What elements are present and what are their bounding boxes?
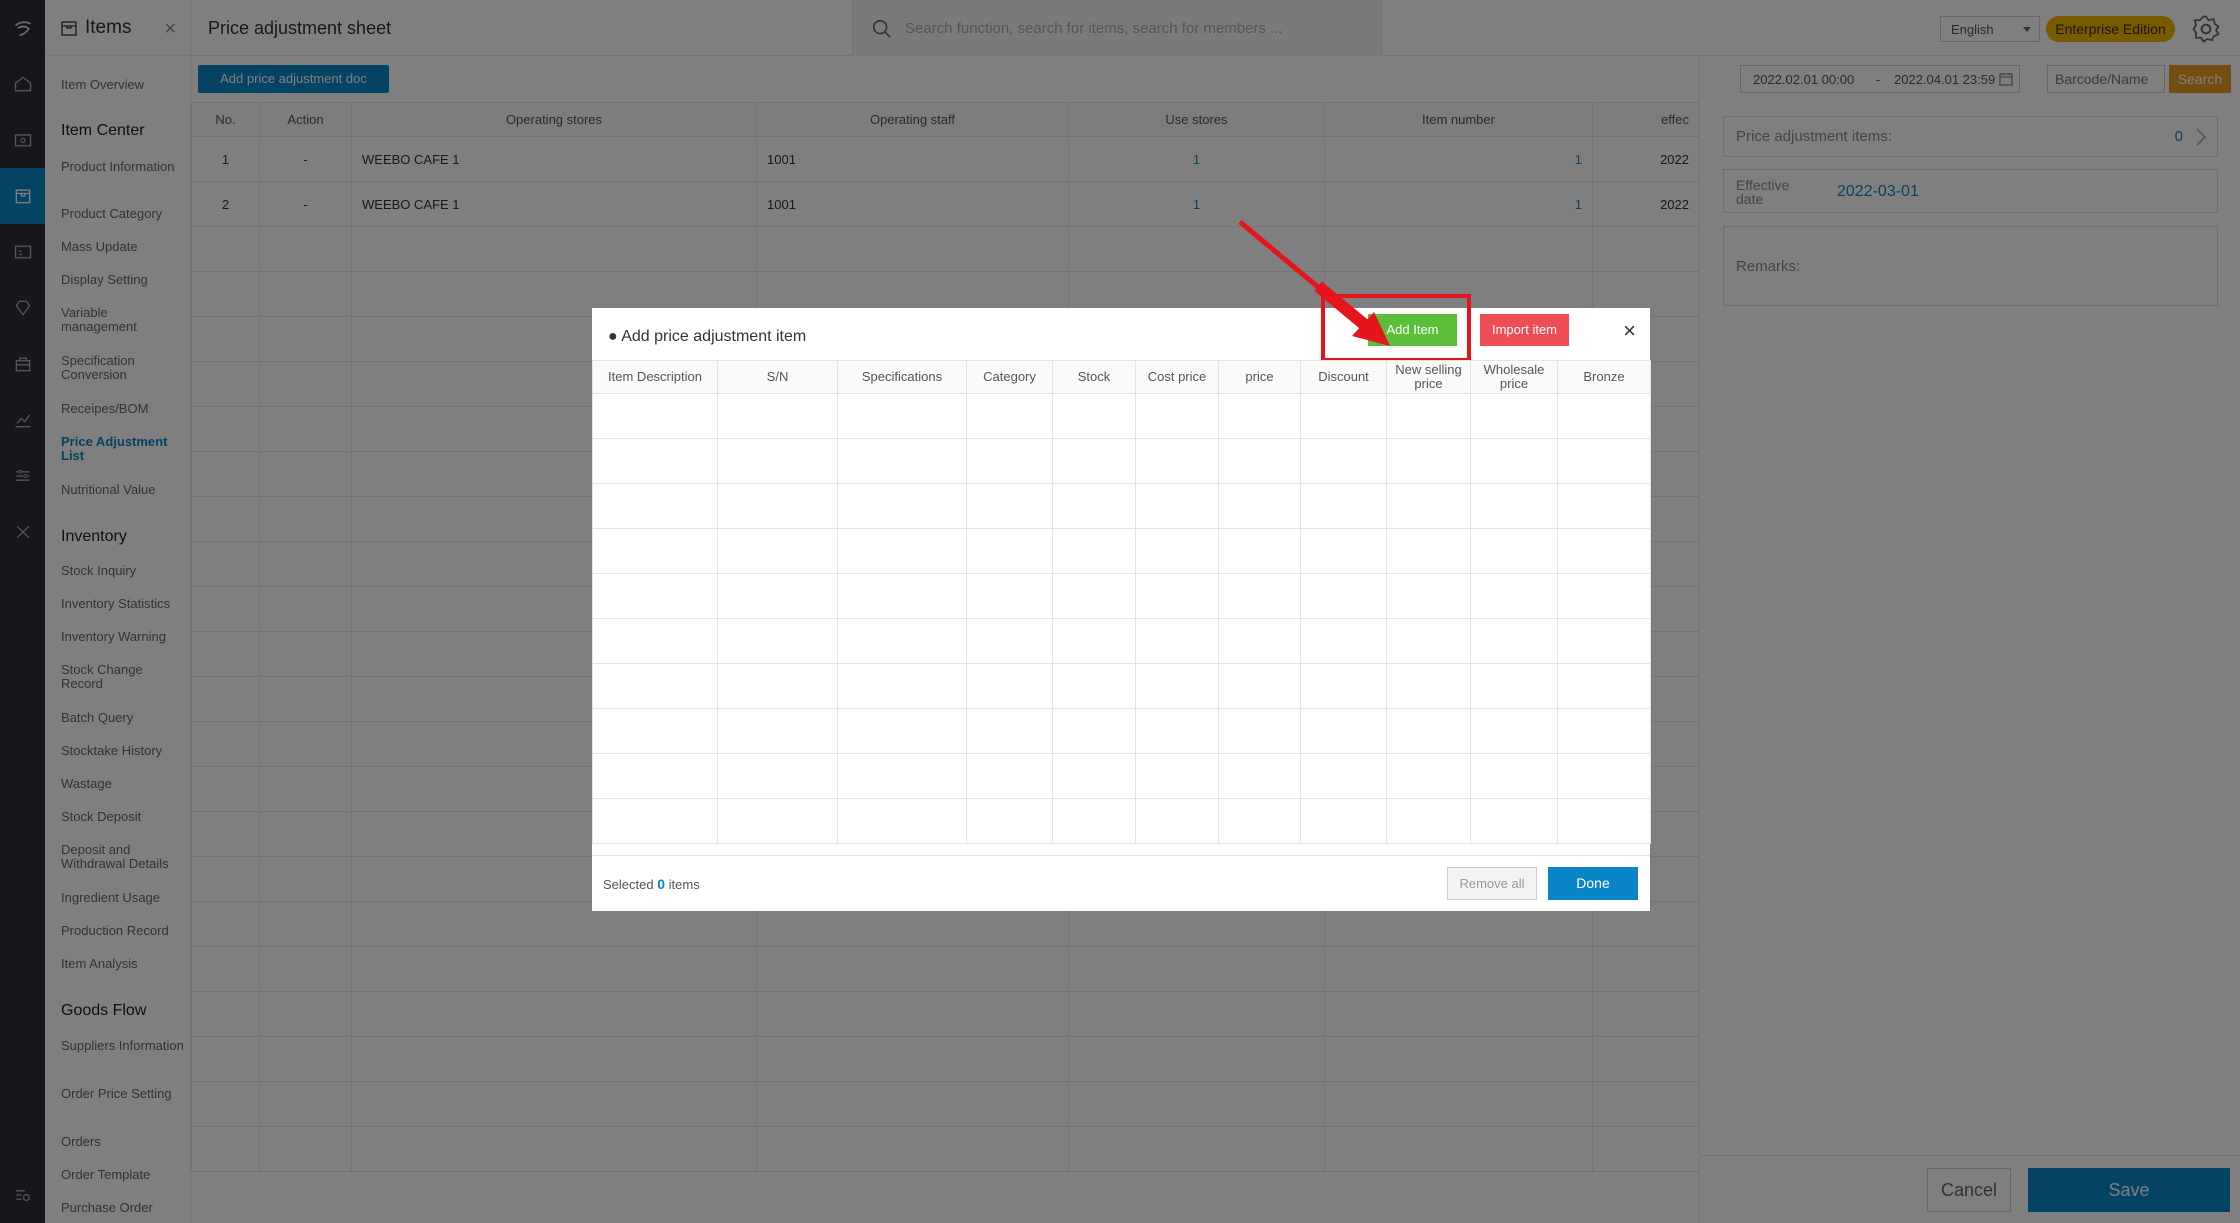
dialog-row-empty: [592, 393, 1651, 439]
col-sn: S/N: [717, 360, 838, 394]
selected-suffix: items: [668, 877, 700, 892]
selected-prefix: Selected: [603, 877, 654, 892]
col-new-selling-price: New selling price: [1386, 360, 1471, 394]
add-price-adjustment-item-dialog: ● Add price adjustment item Add Item Imp…: [592, 294, 1651, 911]
col-discount: Discount: [1300, 360, 1387, 394]
col-bronze: Bronze: [1557, 360, 1651, 394]
dialog-row-empty: [592, 663, 1651, 709]
remove-all-button[interactable]: Remove all: [1447, 867, 1537, 900]
dialog-title: ● Add price adjustment item: [608, 328, 807, 345]
done-button[interactable]: Done: [1548, 867, 1638, 900]
dialog-row-empty: [592, 753, 1651, 799]
dialog-row-empty: [592, 618, 1651, 664]
col-stock: Stock: [1052, 360, 1136, 394]
dialog-row-empty: [592, 483, 1651, 529]
col-cost-price: Cost price: [1135, 360, 1219, 394]
dialog-row-empty: [592, 708, 1651, 754]
col-category: Category: [966, 360, 1053, 394]
col-specifications: Specifications: [837, 360, 967, 394]
close-icon[interactable]: ×: [1623, 320, 1636, 342]
col-price: price: [1218, 360, 1301, 394]
dialog-row-empty: [592, 438, 1651, 484]
dialog-footer: Selected 0 items Remove all Done: [592, 855, 1650, 911]
dialog-items-table: Item Description S/N Specifications Cate…: [592, 360, 1651, 844]
col-wholesale-price: Wholesale price: [1470, 360, 1558, 394]
dialog-row-empty: [592, 528, 1651, 574]
selected-count-text: Selected 0 items: [603, 876, 700, 892]
dialog-header-row: Item Description S/N Specifications Cate…: [592, 360, 1651, 394]
col-item-description: Item Description: [592, 360, 718, 394]
dialog-row-empty: [592, 798, 1651, 844]
dialog-row-empty: [592, 573, 1651, 619]
annotation-highlight-box: [1321, 294, 1471, 362]
selected-count: 0: [657, 876, 666, 892]
import-item-button[interactable]: Import item: [1480, 314, 1569, 346]
